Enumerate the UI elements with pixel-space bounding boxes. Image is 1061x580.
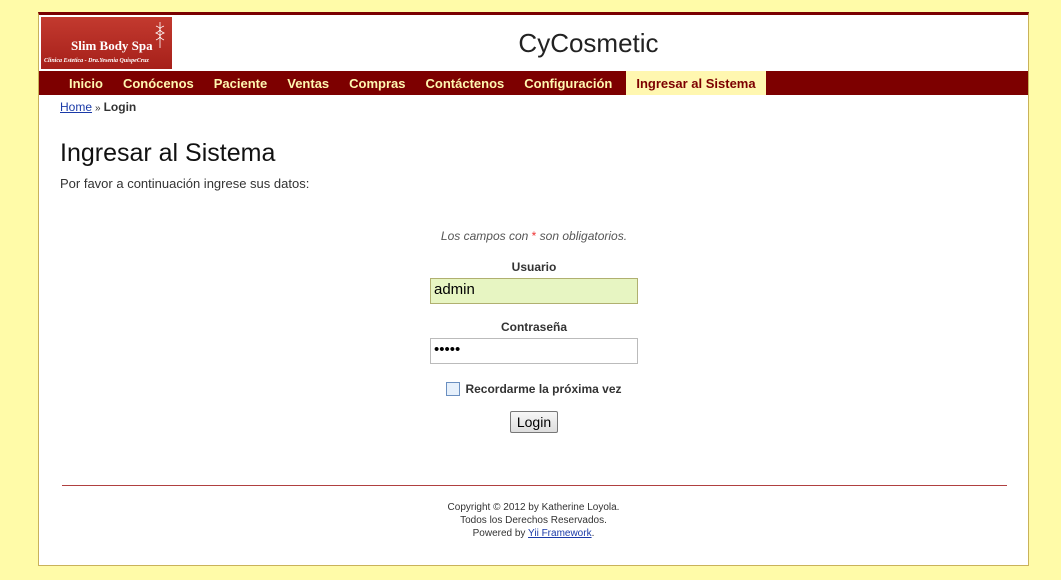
footer-rights: Todos los Derechos Reservados. <box>460 515 607 526</box>
intro-text: Por favor a continuación ingrese sus dat… <box>60 176 310 191</box>
breadcrumb-separator: » <box>95 103 101 114</box>
nav-item-inicio[interactable]: Inicio <box>59 71 113 95</box>
login-form: Los campos con * son obligatorios. Usuar… <box>419 229 649 433</box>
nav-item-compras[interactable]: Compras <box>339 71 415 95</box>
required-star: * <box>531 229 537 243</box>
footer: Copyright © 2012 by Katherine Loyola. To… <box>39 501 1028 540</box>
header: Slim Body Spa Clinica Estetica - Dra.Yes… <box>39 15 1028 71</box>
site-title: CyCosmetic <box>518 28 659 58</box>
remember-me-checkbox[interactable] <box>446 382 461 396</box>
breadcrumb: Home» Login <box>39 95 1028 115</box>
nav-item-configuracion[interactable]: Configuración <box>514 71 622 95</box>
nav-item-paciente[interactable]: Paciente <box>204 71 277 95</box>
required-note-prefix: Los campos con <box>440 229 529 243</box>
breadcrumb-current: Login <box>103 100 137 114</box>
password-label: Contraseña <box>500 320 568 334</box>
breadcrumb-home-link[interactable]: Home <box>60 100 92 114</box>
username-input[interactable]: admin <box>430 278 638 304</box>
nav-item-contactenos[interactable]: Contáctenos <box>416 71 515 95</box>
footer-powered-prefix: Powered by <box>472 528 526 539</box>
remember-me-label[interactable]: Recordarme la próxima vez <box>465 382 621 396</box>
login-button[interactable]: Login <box>509 411 559 433</box>
footer-divider <box>62 485 1007 486</box>
page-title: Ingresar al Sistema <box>60 139 276 167</box>
main-nav: Inicio Conócenos Paciente Ventas Compras… <box>39 71 1028 95</box>
page-container: Slim Body Spa Clinica Estetica - Dra.Yes… <box>38 12 1029 566</box>
footer-copyright: Copyright © 2012 by Katherine Loyola. <box>447 502 620 513</box>
footer-powered: Powered by Yii Framework. <box>39 527 1028 540</box>
nav-item-ventas[interactable]: Ventas <box>277 71 339 95</box>
remember-me-row: Recordarme la próxima vez <box>419 382 649 396</box>
username-label: Usuario <box>511 260 557 274</box>
password-input[interactable]: ••••• <box>430 338 638 364</box>
required-note: Los campos con * son obligatorios. <box>419 229 649 243</box>
footer-powered-suffix: . <box>591 528 595 539</box>
nav-item-conocenos[interactable]: Conócenos <box>113 71 204 95</box>
required-note-suffix: son obligatorios. <box>539 229 628 243</box>
yii-framework-link[interactable]: Yii Framework <box>528 528 592 539</box>
nav-item-ingresar[interactable]: Ingresar al Sistema <box>626 71 766 95</box>
